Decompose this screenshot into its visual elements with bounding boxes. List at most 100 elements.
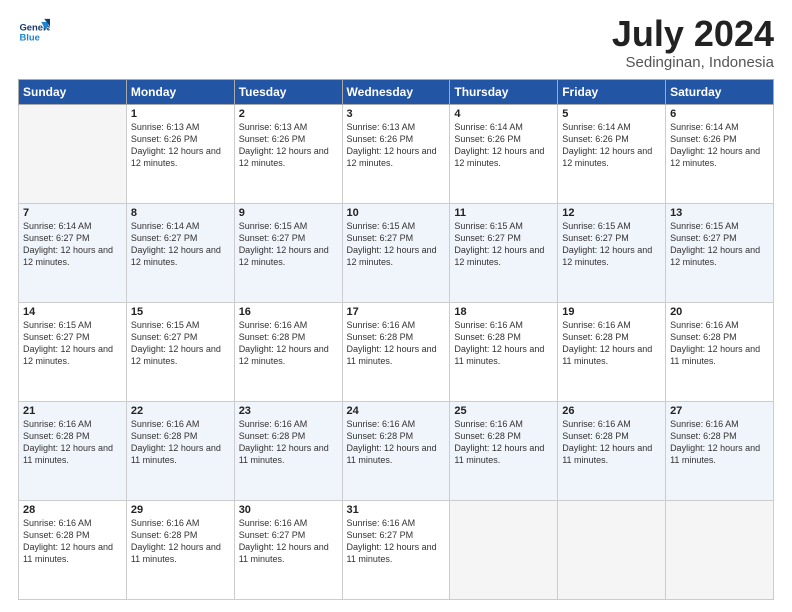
- day-number: 5: [562, 108, 661, 120]
- calendar-cell: 13Sunrise: 6:15 AMSunset: 6:27 PMDayligh…: [666, 204, 774, 303]
- day-info: Sunrise: 6:16 AMSunset: 6:28 PMDaylight:…: [454, 319, 553, 368]
- day-number: 7: [23, 207, 122, 219]
- day-info: Sunrise: 6:13 AMSunset: 6:26 PMDaylight:…: [239, 121, 338, 170]
- day-info: Sunrise: 6:16 AMSunset: 6:27 PMDaylight:…: [347, 517, 446, 566]
- day-info: Sunrise: 6:15 AMSunset: 6:27 PMDaylight:…: [239, 220, 338, 269]
- day-info: Sunrise: 6:14 AMSunset: 6:26 PMDaylight:…: [562, 121, 661, 170]
- day-number: 19: [562, 306, 661, 318]
- calendar-cell: 8Sunrise: 6:14 AMSunset: 6:27 PMDaylight…: [126, 204, 234, 303]
- day-number: 6: [670, 108, 769, 120]
- day-number: 9: [239, 207, 338, 219]
- day-number: 16: [239, 306, 338, 318]
- calendar-cell: 20Sunrise: 6:16 AMSunset: 6:28 PMDayligh…: [666, 303, 774, 402]
- calendar-cell: 18Sunrise: 6:16 AMSunset: 6:28 PMDayligh…: [450, 303, 558, 402]
- day-info: Sunrise: 6:16 AMSunset: 6:28 PMDaylight:…: [239, 418, 338, 467]
- calendar-cell: 2Sunrise: 6:13 AMSunset: 6:26 PMDaylight…: [234, 105, 342, 204]
- day-number: 31: [347, 504, 446, 516]
- day-info: Sunrise: 6:15 AMSunset: 6:27 PMDaylight:…: [23, 319, 122, 368]
- day-header-thursday: Thursday: [450, 80, 558, 105]
- day-info: Sunrise: 6:15 AMSunset: 6:27 PMDaylight:…: [562, 220, 661, 269]
- header: General Blue July 2024 Sedinginan, Indon…: [18, 16, 774, 71]
- day-number: 21: [23, 405, 122, 417]
- day-info: Sunrise: 6:16 AMSunset: 6:28 PMDaylight:…: [670, 418, 769, 467]
- calendar-cell: 26Sunrise: 6:16 AMSunset: 6:28 PMDayligh…: [558, 402, 666, 501]
- calendar-table: SundayMondayTuesdayWednesdayThursdayFrid…: [18, 79, 774, 600]
- day-header-monday: Monday: [126, 80, 234, 105]
- day-number: 27: [670, 405, 769, 417]
- calendar-cell: 6Sunrise: 6:14 AMSunset: 6:26 PMDaylight…: [666, 105, 774, 204]
- day-info: Sunrise: 6:16 AMSunset: 6:28 PMDaylight:…: [23, 517, 122, 566]
- calendar-cell: 5Sunrise: 6:14 AMSunset: 6:26 PMDaylight…: [558, 105, 666, 204]
- day-info: Sunrise: 6:16 AMSunset: 6:28 PMDaylight:…: [562, 319, 661, 368]
- day-number: 29: [131, 504, 230, 516]
- calendar-cell: [19, 105, 127, 204]
- calendar-cell: 4Sunrise: 6:14 AMSunset: 6:26 PMDaylight…: [450, 105, 558, 204]
- day-info: Sunrise: 6:14 AMSunset: 6:26 PMDaylight:…: [454, 121, 553, 170]
- calendar-cell: 27Sunrise: 6:16 AMSunset: 6:28 PMDayligh…: [666, 402, 774, 501]
- day-number: 3: [347, 108, 446, 120]
- day-info: Sunrise: 6:16 AMSunset: 6:28 PMDaylight:…: [562, 418, 661, 467]
- day-header-tuesday: Tuesday: [234, 80, 342, 105]
- calendar-cell: 22Sunrise: 6:16 AMSunset: 6:28 PMDayligh…: [126, 402, 234, 501]
- calendar-header-row: SundayMondayTuesdayWednesdayThursdayFrid…: [19, 80, 774, 105]
- calendar-week-row: 7Sunrise: 6:14 AMSunset: 6:27 PMDaylight…: [19, 204, 774, 303]
- day-info: Sunrise: 6:14 AMSunset: 6:27 PMDaylight:…: [23, 220, 122, 269]
- svg-text:Blue: Blue: [19, 33, 39, 44]
- calendar-cell: 31Sunrise: 6:16 AMSunset: 6:27 PMDayligh…: [342, 501, 450, 600]
- calendar-cell: 25Sunrise: 6:16 AMSunset: 6:28 PMDayligh…: [450, 402, 558, 501]
- calendar-week-row: 28Sunrise: 6:16 AMSunset: 6:28 PMDayligh…: [19, 501, 774, 600]
- calendar-week-row: 21Sunrise: 6:16 AMSunset: 6:28 PMDayligh…: [19, 402, 774, 501]
- day-number: 2: [239, 108, 338, 120]
- day-number: 22: [131, 405, 230, 417]
- day-number: 24: [347, 405, 446, 417]
- calendar-cell: 16Sunrise: 6:16 AMSunset: 6:28 PMDayligh…: [234, 303, 342, 402]
- calendar-cell: 23Sunrise: 6:16 AMSunset: 6:28 PMDayligh…: [234, 402, 342, 501]
- day-header-friday: Friday: [558, 80, 666, 105]
- day-number: 10: [347, 207, 446, 219]
- calendar-cell: 14Sunrise: 6:15 AMSunset: 6:27 PMDayligh…: [19, 303, 127, 402]
- page: General Blue July 2024 Sedinginan, Indon…: [0, 0, 792, 612]
- day-number: 17: [347, 306, 446, 318]
- day-number: 30: [239, 504, 338, 516]
- calendar-cell: 1Sunrise: 6:13 AMSunset: 6:26 PMDaylight…: [126, 105, 234, 204]
- calendar-cell: 12Sunrise: 6:15 AMSunset: 6:27 PMDayligh…: [558, 204, 666, 303]
- calendar-cell: 7Sunrise: 6:14 AMSunset: 6:27 PMDaylight…: [19, 204, 127, 303]
- calendar-cell: 15Sunrise: 6:15 AMSunset: 6:27 PMDayligh…: [126, 303, 234, 402]
- day-header-sunday: Sunday: [19, 80, 127, 105]
- day-info: Sunrise: 6:16 AMSunset: 6:28 PMDaylight:…: [454, 418, 553, 467]
- day-info: Sunrise: 6:16 AMSunset: 6:27 PMDaylight:…: [239, 517, 338, 566]
- calendar-cell: 19Sunrise: 6:16 AMSunset: 6:28 PMDayligh…: [558, 303, 666, 402]
- calendar-cell: 21Sunrise: 6:16 AMSunset: 6:28 PMDayligh…: [19, 402, 127, 501]
- day-info: Sunrise: 6:16 AMSunset: 6:28 PMDaylight:…: [347, 418, 446, 467]
- day-number: 8: [131, 207, 230, 219]
- day-info: Sunrise: 6:13 AMSunset: 6:26 PMDaylight:…: [347, 121, 446, 170]
- day-header-saturday: Saturday: [666, 80, 774, 105]
- month-title: July 2024: [612, 16, 774, 52]
- calendar-cell: [450, 501, 558, 600]
- day-header-wednesday: Wednesday: [342, 80, 450, 105]
- title-block: July 2024 Sedinginan, Indonesia: [612, 16, 774, 71]
- day-info: Sunrise: 6:16 AMSunset: 6:28 PMDaylight:…: [23, 418, 122, 467]
- logo: General Blue: [18, 16, 50, 48]
- calendar-cell: 30Sunrise: 6:16 AMSunset: 6:27 PMDayligh…: [234, 501, 342, 600]
- day-number: 14: [23, 306, 122, 318]
- day-info: Sunrise: 6:16 AMSunset: 6:28 PMDaylight:…: [131, 418, 230, 467]
- day-info: Sunrise: 6:15 AMSunset: 6:27 PMDaylight:…: [347, 220, 446, 269]
- location-title: Sedinginan, Indonesia: [612, 54, 774, 71]
- calendar-week-row: 14Sunrise: 6:15 AMSunset: 6:27 PMDayligh…: [19, 303, 774, 402]
- calendar-cell: 10Sunrise: 6:15 AMSunset: 6:27 PMDayligh…: [342, 204, 450, 303]
- calendar-cell: [558, 501, 666, 600]
- calendar-cell: 29Sunrise: 6:16 AMSunset: 6:28 PMDayligh…: [126, 501, 234, 600]
- day-number: 13: [670, 207, 769, 219]
- calendar-week-row: 1Sunrise: 6:13 AMSunset: 6:26 PMDaylight…: [19, 105, 774, 204]
- day-info: Sunrise: 6:13 AMSunset: 6:26 PMDaylight:…: [131, 121, 230, 170]
- calendar-cell: 17Sunrise: 6:16 AMSunset: 6:28 PMDayligh…: [342, 303, 450, 402]
- day-number: 11: [454, 207, 553, 219]
- calendar-cell: 11Sunrise: 6:15 AMSunset: 6:27 PMDayligh…: [450, 204, 558, 303]
- day-info: Sunrise: 6:15 AMSunset: 6:27 PMDaylight:…: [454, 220, 553, 269]
- day-info: Sunrise: 6:14 AMSunset: 6:26 PMDaylight:…: [670, 121, 769, 170]
- day-number: 12: [562, 207, 661, 219]
- day-info: Sunrise: 6:16 AMSunset: 6:28 PMDaylight:…: [670, 319, 769, 368]
- day-number: 15: [131, 306, 230, 318]
- day-number: 26: [562, 405, 661, 417]
